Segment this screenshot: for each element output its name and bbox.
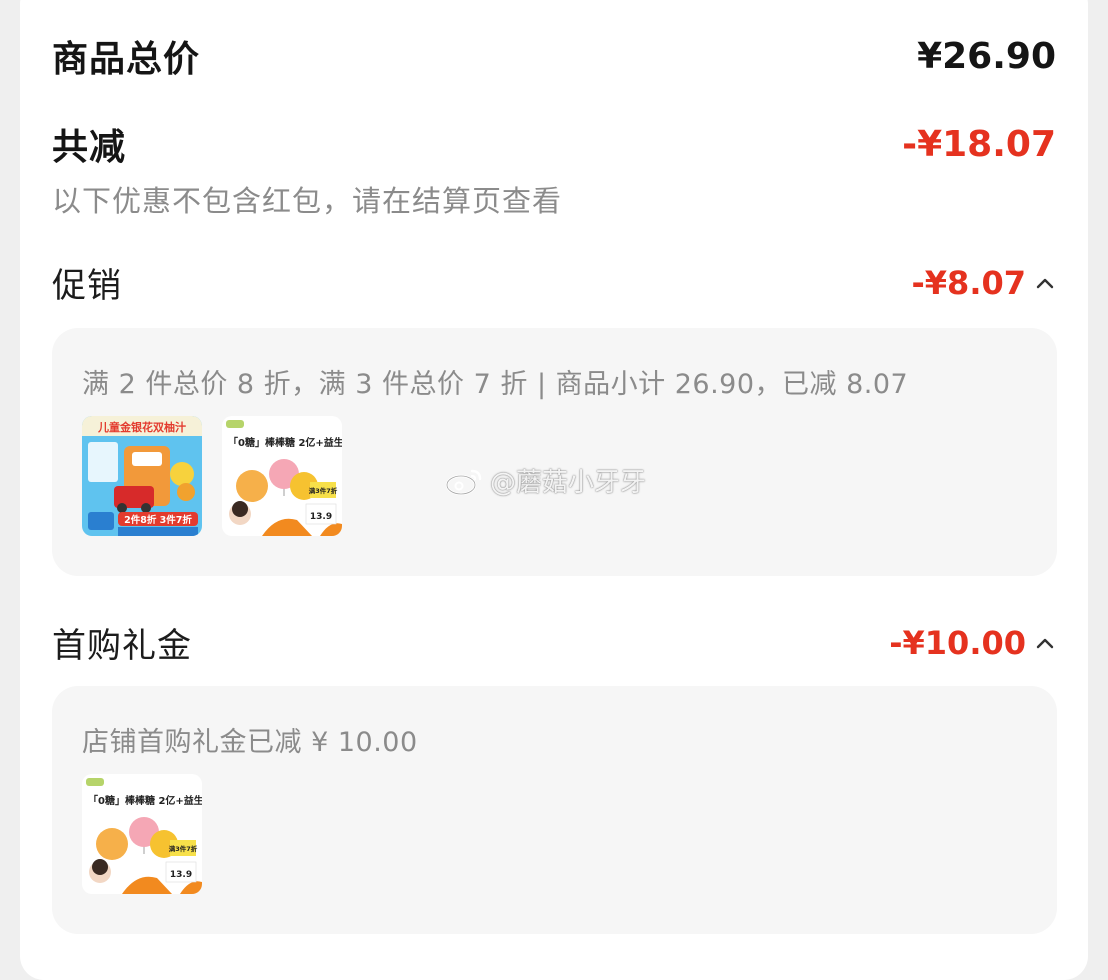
first-purchase-amount: -¥10.00 xyxy=(889,623,1026,662)
lollipop-product-thumb[interactable]: 「0糖」棒棒糖 2亿+益生菌 满3件7折 13.9 xyxy=(82,774,202,894)
promo-amount-group[interactable]: -¥8.07 xyxy=(912,264,1057,302)
promo-detail: 满 2 件总价 8 折，满 3 件总价 7 折 | 商品小计 26.90，已减 … xyxy=(82,369,909,400)
first-purchase-detail: 店铺首购礼金已减 ¥ 10.00 xyxy=(82,727,418,758)
juice-product-thumb[interactable]: 儿童金银花双柚汁 2件8折 3件7折 xyxy=(82,416,202,536)
chevron-up-icon[interactable] xyxy=(1034,632,1056,654)
juice-product-image: 儿童金银花双柚汁 2件8折 3件7折 xyxy=(82,416,202,536)
lollipop-banner-text: 「0糖」棒棒糖 2亿+益生菌 xyxy=(88,794,202,807)
watermark-text: @蘑菇小牙牙 xyxy=(490,468,647,498)
juice-banner-text: 儿童金银花双柚汁 xyxy=(97,420,186,434)
total-price-label: 商品总价 xyxy=(52,39,201,80)
promo-amount: -¥8.07 xyxy=(911,263,1027,302)
total-reduction-value: -¥18.07 xyxy=(902,123,1056,165)
lollipop-product-image: 「0糖」棒棒糖 2亿+益生菌 满3件7折 13.9 xyxy=(82,774,202,894)
total-price-value: ¥26.90 xyxy=(917,35,1056,77)
chevron-up-icon[interactable] xyxy=(1034,272,1056,294)
lollipop-product-image: 「0糖」棒棒糖 2亿+益生菌 满3件7折 13.9 xyxy=(222,416,342,536)
watermark: @蘑菇小牙牙 xyxy=(444,462,646,499)
juice-badge-text: 2件8折 3件7折 xyxy=(124,514,192,526)
first-purchase-title: 首购礼金 xyxy=(52,626,192,666)
lollipop-product-thumb[interactable]: 「0糖」棒棒糖 2亿+益生菌 满3件7折 13.9 xyxy=(222,416,342,536)
lollipop-price-text: 13.9 xyxy=(310,512,332,522)
total-reduction-label: 共减 xyxy=(52,127,127,168)
lollipop-deal-text: 满3件7折 xyxy=(309,486,338,495)
promo-panel: 满 2 件总价 8 折，满 3 件总价 7 折 | 商品小计 26.90，已减 … xyxy=(52,328,1057,576)
lollipop-price-text: 13.9 xyxy=(170,870,192,880)
discount-note: 以下优惠不包含红包，请在结算页查看 xyxy=(52,184,563,218)
total-reduction-row: 共减 -¥18.07 xyxy=(52,118,1056,170)
first-purchase-section-header[interactable]: 首购礼金 -¥10.00 xyxy=(52,618,1056,667)
first-purchase-amount-group[interactable]: -¥10.00 xyxy=(889,624,1056,662)
first-purchase-panel: 店铺首购礼金已减 ¥ 10.00 「0糖」棒棒糖 2亿+益生菌 满3件7折 13… xyxy=(52,686,1057,934)
lollipop-deal-text: 满3件7折 xyxy=(169,844,198,853)
promo-title: 促销 xyxy=(52,266,122,306)
lollipop-banner-text: 「0糖」棒棒糖 2亿+益生菌 xyxy=(228,436,342,449)
weibo-icon xyxy=(445,469,482,495)
promo-section-header[interactable]: 促销 -¥8.07 xyxy=(52,258,1056,307)
total-price-row: 商品总价 ¥26.90 xyxy=(52,30,1056,82)
